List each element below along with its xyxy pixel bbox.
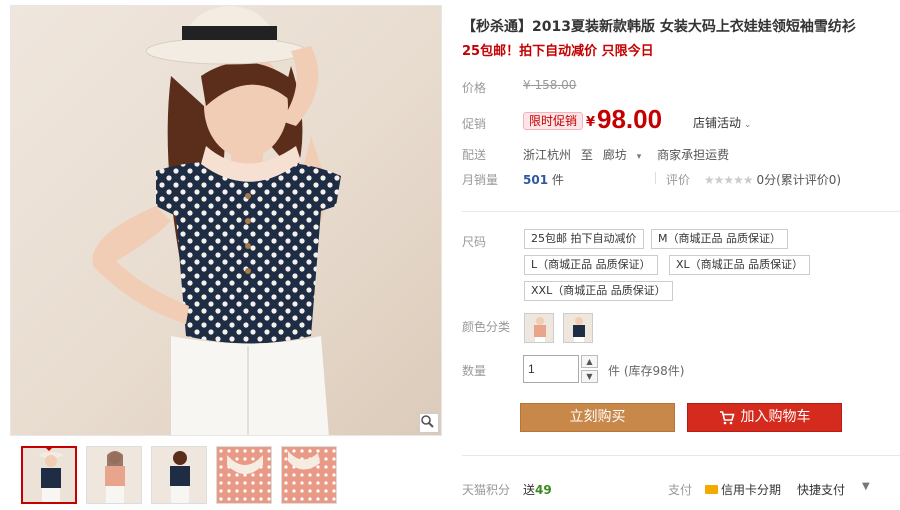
- chevron-down-icon: ⌄: [741, 120, 752, 130]
- sales-count: 501: [523, 173, 549, 187]
- section-divider: [462, 211, 900, 212]
- promo-badge: 限时促销: [523, 112, 584, 130]
- thumbnail-3[interactable]: [151, 446, 207, 504]
- quantity-label: 数量: [462, 364, 487, 378]
- size-option-xxl[interactable]: XXL（商城正品 品质保证）: [524, 281, 673, 301]
- size-option-1[interactable]: 25包邮 拍下自动减价: [524, 229, 644, 249]
- size-label: 尺码: [462, 235, 487, 249]
- rating-block: 评价 ★★★★★ 0分(累计评价0): [666, 171, 841, 188]
- rating-label: 评价: [666, 173, 691, 187]
- shop-activity-label: 店铺活动: [693, 116, 742, 130]
- product-subtitle: 25包邮！拍下自动减价 只限今日: [462, 44, 654, 59]
- thumbnail-5[interactable]: [281, 446, 337, 504]
- zoom-button[interactable]: [419, 413, 439, 433]
- credit-installment-label: 信用卡分期: [721, 483, 782, 497]
- quick-pay-link[interactable]: 快捷支付: [797, 481, 845, 498]
- chevron-down-icon: ▾: [636, 152, 642, 162]
- points-prefix: 送: [523, 483, 536, 497]
- thumbnail-strip: [21, 446, 337, 504]
- model-photo: [92, 6, 341, 435]
- color-swatch-navy[interactable]: [563, 313, 593, 343]
- points-label: 天猫积分: [462, 483, 511, 497]
- product-title: 【秒杀通】2013夏装新款韩版 女装大码上衣娃娃领短袖雪纺衫: [462, 19, 856, 35]
- monthly-sales-label: 月销量: [462, 173, 499, 187]
- stock-info: 件 (库存98件): [608, 364, 685, 378]
- price-label: 价格: [462, 81, 487, 95]
- points-value: 送49: [523, 481, 552, 498]
- chevron-down-icon[interactable]: ▼: [862, 481, 870, 492]
- ship-to-selector[interactable]: 廊坊 ▾: [603, 148, 648, 162]
- credit-card-icon: [705, 485, 718, 494]
- promo-label: 促销: [462, 117, 487, 131]
- section-divider: [462, 455, 900, 456]
- divider: [655, 172, 656, 184]
- sale-price: 98.00: [597, 104, 663, 134]
- original-price: ¥ 158.00: [523, 78, 577, 92]
- size-option-xl[interactable]: XL（商城正品 品质保证）: [669, 255, 811, 275]
- shipping-row: 浙江杭州 至 廊坊 ▾ 商家承担运费: [523, 146, 735, 163]
- size-option-l[interactable]: L（商城正品 品质保证）: [524, 255, 658, 275]
- shipping-fee-note: 商家承担运费: [657, 148, 730, 162]
- add-to-cart-label: 加入购物车: [740, 409, 811, 425]
- rating-summary-link[interactable]: 0分(累计评价0): [756, 173, 841, 187]
- size-option-m[interactable]: M（商城正品 品质保证）: [651, 229, 788, 249]
- ship-to-word: 至: [580, 148, 593, 162]
- thumbnail-2[interactable]: [86, 446, 142, 504]
- cart-icon: [719, 410, 735, 424]
- magnifier-icon: [421, 415, 434, 428]
- sales-unit: 件: [551, 173, 564, 187]
- ship-from: 浙江杭州: [523, 148, 572, 162]
- quantity-input[interactable]: 1: [523, 355, 579, 383]
- ship-to-city: 廊坊: [602, 148, 627, 162]
- currency-symbol: ¥: [586, 115, 596, 130]
- payment-label: 支付: [668, 483, 693, 497]
- monthly-sales: 501 件: [523, 171, 564, 188]
- quantity-increase-button[interactable]: ▲: [581, 355, 598, 368]
- shop-activity-dropdown[interactable]: 店铺活动 ⌄: [693, 114, 751, 131]
- quantity-decrease-button[interactable]: ▼: [581, 370, 598, 383]
- points-number: 49: [535, 483, 552, 497]
- thumbnail-4[interactable]: [216, 446, 272, 504]
- thumbnail-1[interactable]: [21, 446, 77, 504]
- color-swatch-pink[interactable]: [524, 313, 554, 343]
- add-to-cart-button[interactable]: 加入购物车: [687, 403, 842, 432]
- star-rating-icon: ★★★★★: [703, 173, 754, 187]
- buy-now-button[interactable]: 立刻购买: [520, 403, 675, 432]
- credit-installment-link[interactable]: 信用卡分期: [705, 481, 781, 498]
- main-product-image[interactable]: [10, 5, 442, 436]
- color-label: 颜色分类: [462, 320, 511, 334]
- shipping-label: 配送: [462, 148, 487, 162]
